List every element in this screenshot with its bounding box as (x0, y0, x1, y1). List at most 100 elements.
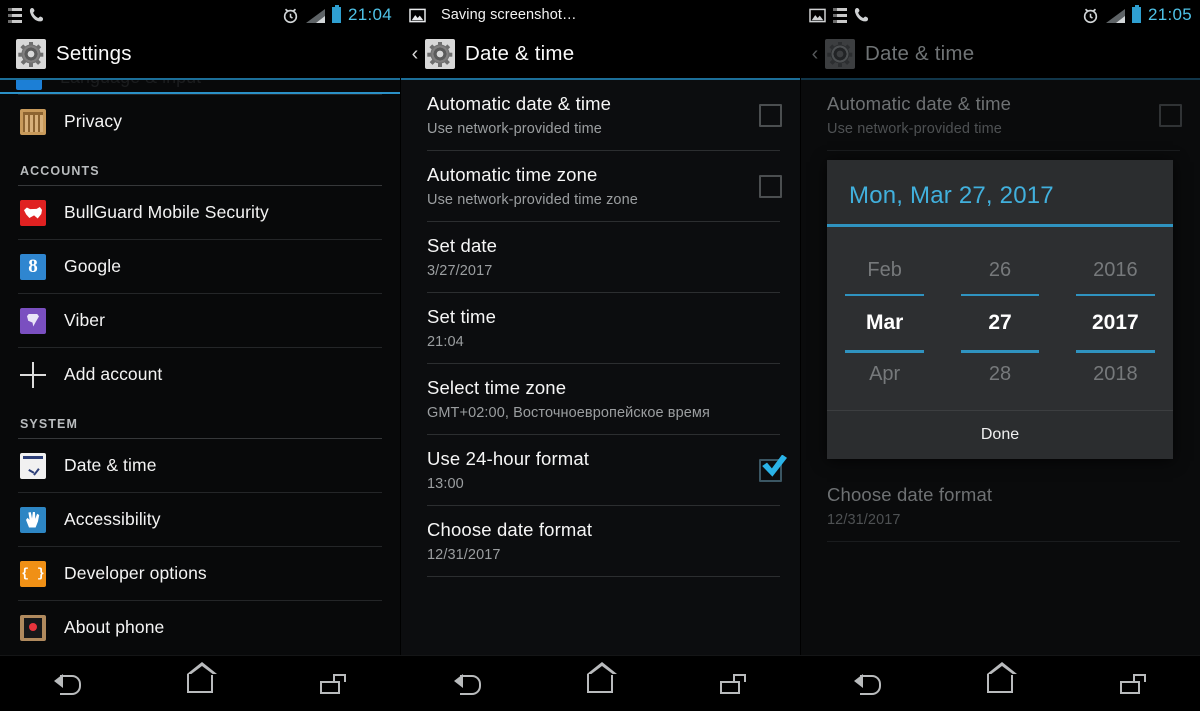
pref-text: Select time zone GMT+02:00, Восточноевро… (427, 377, 782, 420)
sidebar-item-viber[interactable]: Viber (0, 294, 400, 347)
navigation-bar (0, 655, 1200, 711)
day-prev-value[interactable]: 26 (989, 249, 1011, 294)
pref-text: Choose date format 12/31/2017 (827, 484, 1182, 527)
month-current-value[interactable]: Mar (866, 296, 903, 350)
pref-text: Set date 3/27/2017 (427, 235, 782, 278)
sidebar-item-bullguard[interactable]: BullGuard Mobile Security (0, 186, 400, 239)
sidebar-item-label: Privacy (64, 111, 123, 131)
gear-icon (825, 39, 855, 69)
status-clock: 21:04 (347, 5, 392, 24)
day-spinner[interactable]: 26 27 28 (942, 249, 1057, 398)
pref-summary: Use network-provided time zone (427, 191, 638, 208)
pref-text: Automatic date & time Use network-provid… (427, 93, 745, 136)
preference-list[interactable]: Automatic date & time Use network-provid… (401, 80, 800, 577)
status-bar-middle: Saving screenshot… (401, 0, 800, 30)
pref-set-date[interactable]: Set date 3/27/2017 (401, 222, 800, 292)
sidebar-item-about-phone[interactable]: About phone (0, 601, 400, 654)
sidebar-item-label: Date & time (64, 455, 157, 475)
braces-icon (20, 560, 46, 587)
partial-scrolled-row[interactable]: Language & input (0, 80, 400, 92)
date-time-action-bar: ‹ Date & time (801, 30, 1200, 80)
pref-select-time-zone[interactable]: Select time zone GMT+02:00, Восточноевро… (401, 364, 800, 434)
home-button[interactable] (170, 662, 230, 704)
home-icon (186, 662, 217, 693)
sidebar-item-label: Viber (64, 310, 106, 330)
home-button[interactable] (570, 662, 630, 704)
sidebar-item-label: Google (64, 256, 122, 276)
back-button[interactable] (37, 664, 97, 704)
back-chevron-icon[interactable]: ‹ (407, 44, 423, 64)
sidebar-item-google[interactable]: Google (0, 240, 400, 293)
pref-summary: GMT+02:00, Восточноевропейское время (427, 404, 710, 421)
sidebar-item-label: Add account (64, 364, 163, 384)
year-next-value[interactable]: 2018 (1093, 353, 1138, 398)
recents-button[interactable] (703, 664, 763, 704)
pref-text: Automatic time zone Use network-provided… (427, 164, 745, 207)
google-icon (20, 253, 46, 280)
automatic-time-zone-checkbox[interactable] (759, 174, 782, 198)
use-24-hour-format-checkbox[interactable] (759, 458, 782, 482)
home-icon (986, 662, 1017, 693)
recents-icon (320, 673, 347, 694)
pref-summary: 3/27/2017 (427, 262, 493, 279)
done-button[interactable]: Done (981, 426, 1019, 443)
year-prev-value[interactable]: 2016 (1093, 249, 1138, 294)
pref-title: Choose date format (427, 519, 593, 541)
pref-title: Automatic time zone (427, 164, 598, 186)
viber-icon (20, 307, 46, 334)
phone-info-icon (20, 614, 46, 641)
day-current-value[interactable]: 27 (988, 296, 1011, 350)
sim-toggle-icon (833, 7, 847, 23)
year-current-value[interactable]: 2017 (1092, 296, 1139, 350)
back-button[interactable] (837, 664, 897, 704)
pref-choose-date-format[interactable]: Choose date format 12/31/2017 (401, 506, 800, 576)
month-prev-value[interactable]: Feb (867, 249, 901, 294)
phone-call-icon (29, 8, 44, 22)
alarm-clock-icon (1083, 8, 1098, 23)
month-spinner[interactable]: Feb Mar Apr (827, 249, 942, 398)
recents-icon (720, 673, 747, 694)
settings-panel: 21:04 Settings Language & input Privacy … (0, 0, 400, 655)
month-next-value[interactable]: Apr (869, 353, 900, 398)
pref-title: Automatic date & time (427, 93, 612, 115)
hand-icon (20, 506, 46, 533)
sidebar-item-add-account[interactable]: Add account (0, 348, 400, 401)
pref-automatic-date-time: Automatic date & time Use network-provid… (801, 80, 1200, 150)
dialog-footer: Done (827, 409, 1173, 459)
home-button[interactable] (970, 662, 1030, 704)
pref-use-24-hour-format[interactable]: Use 24-hour format 13:00 (401, 435, 800, 505)
phone-call-icon (854, 8, 869, 22)
sidebar-item-developer-options[interactable]: Developer options (0, 547, 400, 600)
bullguard-icon (20, 199, 46, 226)
back-arrow-icon (453, 673, 481, 695)
recents-button[interactable] (303, 664, 363, 704)
date-spinners[interactable]: Feb Mar Apr 26 27 28 2016 2017 2018 (827, 226, 1173, 410)
back-chevron-icon[interactable]: ‹ (807, 44, 823, 64)
year-spinner[interactable]: 2016 2017 2018 (1058, 249, 1173, 398)
privacy-icon (20, 108, 46, 135)
sidebar-item-privacy[interactable]: Privacy (0, 95, 400, 148)
partial-row-label: Language & input (60, 80, 201, 88)
battery-icon (331, 4, 341, 23)
status-bar-right-icons-left (809, 7, 871, 23)
pref-automatic-time-zone[interactable]: Automatic time zone Use network-provided… (401, 151, 800, 221)
automatic-date-time-checkbox[interactable] (759, 103, 782, 127)
gear-icon (425, 39, 455, 69)
pref-title: Select time zone (427, 377, 567, 399)
sidebar-item-accessibility[interactable]: Accessibility (0, 493, 400, 546)
pref-summary: 12/31/2017 (827, 511, 901, 528)
settings-list[interactable]: Language & input Privacy ACCOUNTS BullGu… (0, 80, 400, 654)
day-next-value[interactable]: 28 (989, 353, 1011, 398)
recents-button[interactable] (1103, 664, 1163, 704)
pref-automatic-date-time[interactable]: Automatic date & time Use network-provid… (401, 80, 800, 150)
pref-title: Automatic date & time (827, 93, 1012, 115)
status-bar-right-icons: 21:05 (1082, 4, 1192, 25)
divider (427, 576, 780, 577)
sidebar-item-label: BullGuard Mobile Security (64, 202, 269, 222)
back-button[interactable] (437, 664, 497, 704)
screenshot-image-icon (809, 8, 826, 22)
alarm-clock-icon (283, 8, 298, 23)
pref-set-time[interactable]: Set time 21:04 (401, 293, 800, 363)
sidebar-item-date-time[interactable]: Date & time (0, 439, 400, 492)
navigation-bar-left (0, 656, 400, 711)
